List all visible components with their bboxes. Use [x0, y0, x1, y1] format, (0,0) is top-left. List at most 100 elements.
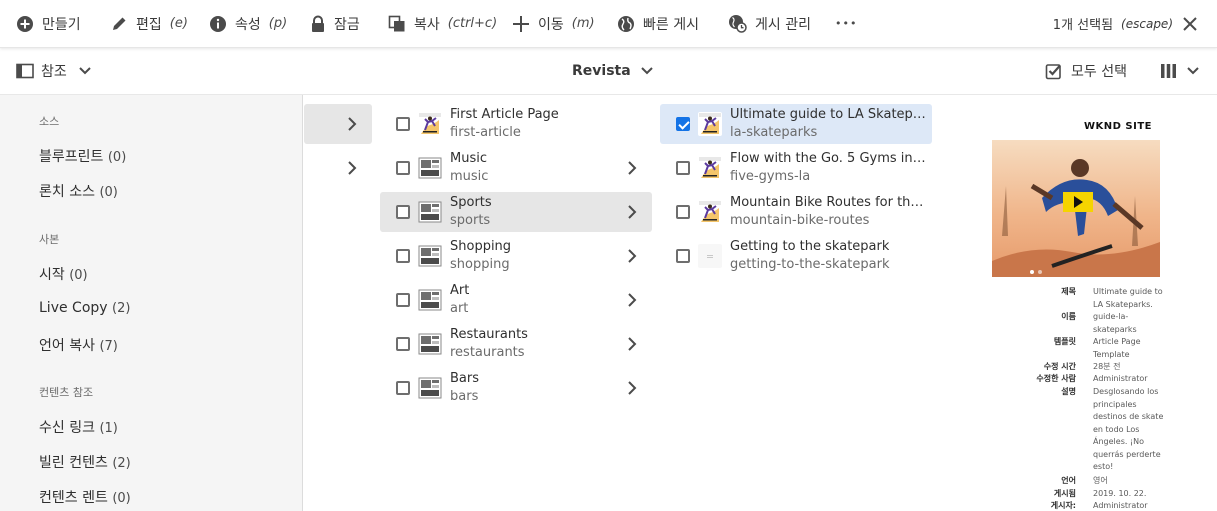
row-title: Flow with the Go. 5 Gyms in LA. — [730, 151, 926, 166]
row-name: bars — [450, 389, 479, 404]
rail-item-label: 수신 링크 — [39, 420, 95, 436]
create-button[interactable]: 만들기 — [16, 0, 81, 47]
sources-heading: 소스 — [39, 115, 60, 128]
page-thumbnail-icon — [418, 200, 442, 224]
row-checkbox[interactable] — [396, 249, 410, 263]
row-checkbox[interactable] — [676, 161, 690, 175]
meta-value-modified: 28분 전 — [1093, 362, 1121, 371]
article-thumbnail-icon — [698, 156, 722, 180]
move-label: 이동 — [538, 16, 564, 33]
properties-label: 속성 — [235, 16, 261, 33]
globe-clock-icon — [729, 15, 747, 33]
meta-key-publisher: 게시자: — [1050, 501, 1076, 510]
copies-heading: 사본 — [39, 233, 60, 246]
rail-item-count: (0) — [69, 268, 88, 283]
chevron-right-icon — [628, 337, 637, 351]
select-all-label: 모두 선택 — [1071, 64, 1127, 80]
manage-publication-button[interactable]: 게시 관리 — [728, 0, 811, 47]
parent-row[interactable] — [304, 104, 372, 144]
row-checkbox[interactable] — [676, 249, 690, 263]
pencil-icon — [113, 17, 126, 30]
meta-key-title: 제목 — [1061, 287, 1076, 296]
more-button[interactable]: ••• — [835, 0, 857, 47]
rail-item-count: (2) — [112, 301, 131, 316]
copy-button[interactable]: 복사 (ctrl+c) — [388, 0, 497, 47]
rail-item-count: (0) — [112, 491, 131, 506]
list-item[interactable]: Flow with the Go. 5 Gyms in LA. five-gym… — [660, 148, 932, 188]
lock-icon — [312, 15, 324, 32]
lock-button[interactable]: 잠금 — [310, 0, 360, 47]
rail-item-lent-content[interactable]: 컨텐츠 렌트 (0) — [39, 487, 131, 507]
row-title: Music — [450, 151, 487, 166]
selection-status: 1개 선택됨 (escape) — [1053, 0, 1197, 47]
list-item[interactable]: Music music — [380, 148, 652, 188]
meta-value-name: guide-la-skateparks — [1093, 312, 1137, 334]
row-checkbox[interactable] — [676, 117, 690, 131]
page-thumbnail-icon — [418, 376, 442, 400]
copy-label: 복사 — [414, 16, 440, 33]
list-item[interactable]: Restaurants restaurants — [380, 324, 652, 364]
list-item[interactable]: Art art — [380, 280, 652, 320]
select-all-button[interactable]: 모두 선택 — [1045, 48, 1127, 94]
rail-toggle-button[interactable]: 참조 — [16, 48, 91, 94]
row-name: mountain-bike-routes — [730, 213, 870, 228]
close-icon[interactable] — [1183, 16, 1197, 31]
rail-item-launch-sources[interactable]: 론치 소스 (0) — [39, 181, 118, 201]
list-item[interactable]: First Article Page first-article — [380, 104, 652, 144]
list-item[interactable]: Ultimate guide to LA Skateparks. la-skat… — [660, 104, 932, 144]
meta-value-published: 2019. 10. 22. — [1093, 489, 1147, 498]
list-item[interactable]: Getting to the skatepark getting-to-the-… — [660, 236, 932, 276]
rail-item-live-copy[interactable]: Live Copy (2) — [39, 300, 130, 316]
rail-item-count: (7) — [99, 339, 118, 354]
create-label: 만들기 — [42, 16, 81, 33]
escape-hint: (escape) — [1121, 16, 1173, 31]
chevron-right-icon — [348, 117, 357, 131]
list-item[interactable]: Mountain Bike Routes for the ... mountai… — [660, 192, 932, 232]
rail-item-start[interactable]: 시작 (0) — [39, 264, 88, 284]
row-name: la-skateparks — [730, 125, 818, 140]
row-checkbox[interactable] — [396, 205, 410, 219]
row-checkbox[interactable] — [396, 161, 410, 175]
row-title: Shopping — [450, 239, 512, 254]
page-thumbnail-icon — [418, 156, 442, 180]
row-checkbox[interactable] — [396, 337, 410, 351]
rail-item-incoming-links[interactable]: 수신 링크 (1) — [39, 417, 118, 437]
rail-item-language-copy[interactable]: 언어 복사 (7) — [39, 335, 118, 355]
view-switcher[interactable] — [1160, 48, 1199, 94]
row-checkbox[interactable] — [396, 381, 410, 395]
row-checkbox[interactable] — [676, 205, 690, 219]
quick-publish-button[interactable]: 빠른 게시 — [617, 0, 699, 47]
parent-row[interactable] — [304, 148, 372, 188]
row-checkbox[interactable] — [396, 117, 410, 131]
chevron-right-icon — [628, 161, 637, 175]
rail-item-count: (0) — [99, 185, 118, 200]
page-thumbnail-icon — [418, 244, 442, 268]
meta-value-publisher: Administrator — [1093, 501, 1148, 510]
meta-key-description: 설명 — [1061, 387, 1076, 396]
chevron-right-icon — [628, 381, 637, 395]
list-item[interactable]: Sports sports — [380, 192, 652, 232]
path-title-dropdown[interactable]: Revista — [572, 48, 653, 94]
row-title: Ultimate guide to LA Skateparks. — [730, 107, 926, 122]
list-item[interactable]: Bars bars — [380, 368, 652, 408]
edit-button[interactable]: 편집 (e) — [111, 0, 188, 47]
move-button[interactable]: 이동 (m) — [512, 0, 595, 47]
rail-item-label: 빌린 컨텐츠 — [39, 455, 108, 471]
rail-item-borrowed-content[interactable]: 빌린 컨텐츠 (2) — [39, 452, 131, 472]
rail-item-count: (0) — [107, 150, 127, 165]
chevron-down-icon — [79, 67, 91, 75]
quick-publish-label: 빠른 게시 — [643, 16, 699, 33]
row-name: sports — [450, 213, 491, 228]
rail-item-count: (1) — [99, 421, 118, 436]
rail-item-blueprint[interactable]: 블루프린트 (0) — [39, 146, 126, 166]
meta-value-description: Desglosando los principales destinos de … — [1093, 387, 1164, 471]
row-checkbox[interactable] — [396, 293, 410, 307]
page-title: Revista — [572, 63, 631, 79]
meta-key-modified: 수정 시간 — [1043, 362, 1076, 371]
properties-button[interactable]: 속성 (p) — [209, 0, 287, 47]
content-references-heading: 컨텐츠 참조 — [39, 386, 94, 399]
meta-value-title: Ultimate guide to LA Skateparks. — [1093, 287, 1163, 309]
row-title: Getting to the skatepark — [730, 239, 890, 254]
list-item[interactable]: Shopping shopping — [380, 236, 652, 276]
row-name: first-article — [450, 125, 521, 140]
